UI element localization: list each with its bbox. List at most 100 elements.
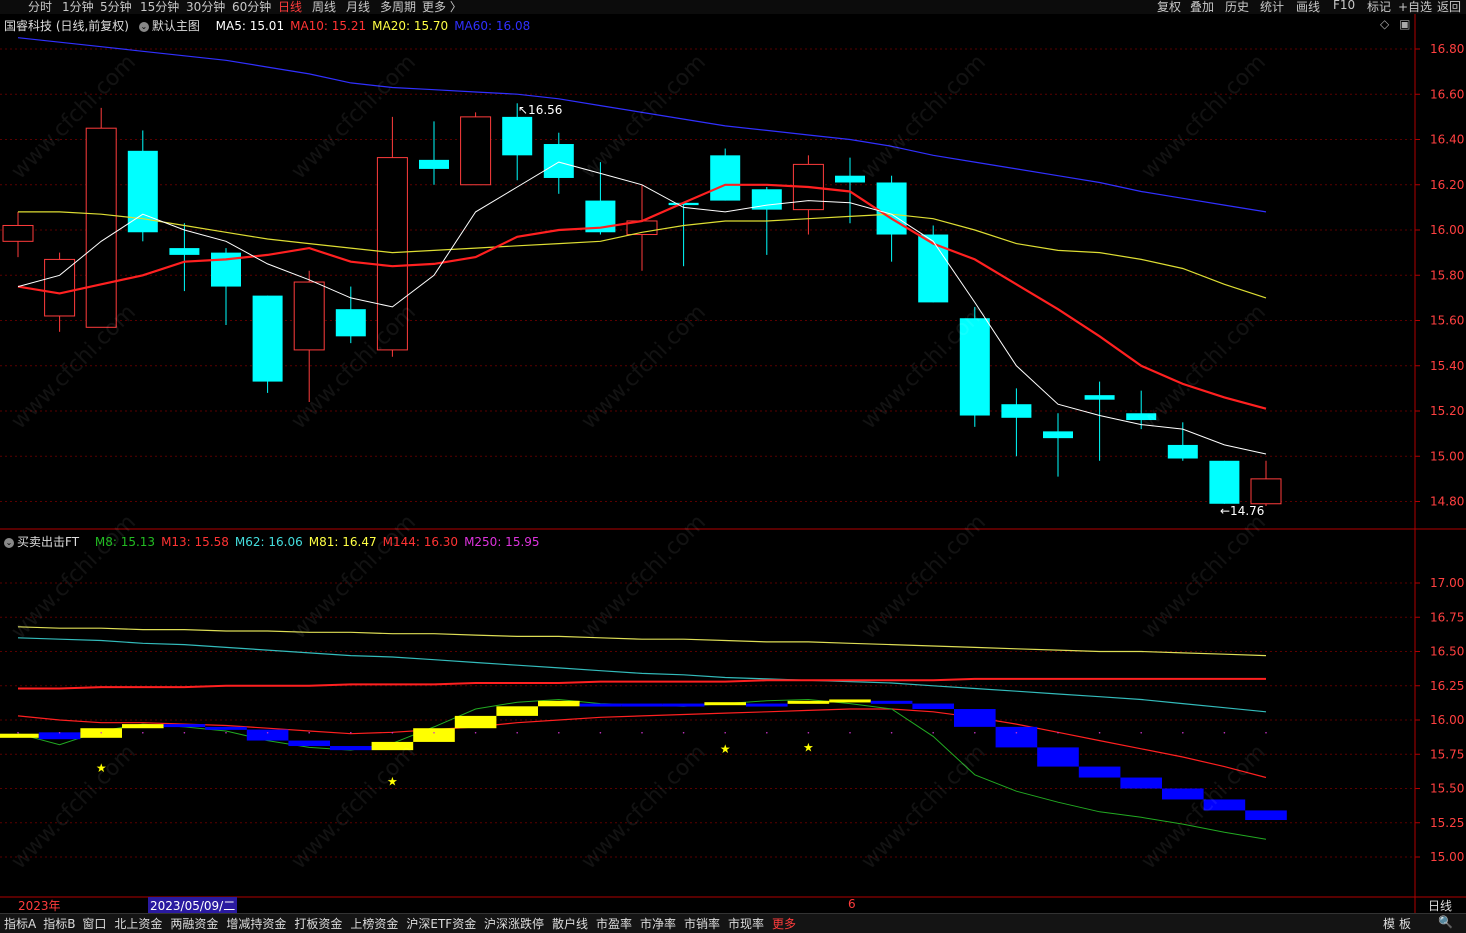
sub-tick-label: 15.25 — [1430, 816, 1464, 830]
sub-tick-label: 17.00 — [1430, 576, 1464, 590]
m250-dot — [225, 731, 227, 734]
candle-body-up — [44, 258, 76, 317]
diamond-icon[interactable]: ◇ — [1380, 17, 1389, 31]
bottom-tab[interactable]: 更多 — [772, 915, 796, 932]
watermark: www.cfchi.com — [857, 740, 991, 874]
bottom-tab[interactable]: 市盈率 — [596, 915, 632, 932]
watermark: www.cfchi.com — [7, 740, 141, 874]
price-tick-label: 16.60 — [1430, 87, 1464, 101]
ft-block — [995, 726, 1038, 748]
candle-body-down — [1043, 431, 1073, 439]
ft-block — [787, 700, 830, 704]
m250-dot — [1140, 731, 1142, 734]
candle-body-down — [1209, 460, 1240, 504]
indicator-legend-item: M144: 16.30 — [382, 535, 459, 549]
m250-dot — [17, 731, 19, 734]
m250-dot — [1223, 731, 1226, 734]
ft-block — [330, 746, 372, 751]
candle-body-down — [1167, 444, 1198, 459]
bottom-tab[interactable]: 增减持资金 — [226, 915, 286, 932]
cursor-date: 2023/05/09/二 — [148, 897, 238, 914]
m250-dot — [1098, 731, 1101, 734]
bottom-tab[interactable]: 市现率 — [728, 915, 764, 932]
price-tick-label: 15.20 — [1430, 404, 1464, 418]
template-label: 默认主图 — [151, 19, 200, 33]
stock-name[interactable]: 国睿科技 (日线,前复权) — [4, 19, 129, 33]
m250-dot — [724, 731, 726, 734]
ft-block — [1037, 747, 1079, 767]
bottom-tab[interactable]: 两融资金 — [170, 915, 218, 932]
m250-dot — [266, 731, 269, 734]
m250-dot — [807, 731, 810, 734]
bottom-right-button[interactable]: 模 — [1383, 915, 1395, 932]
price-tick-label: 16.20 — [1430, 178, 1464, 192]
high-price-marker: ↖16.56 — [518, 103, 562, 117]
bottom-tab[interactable]: 北上资金 — [114, 915, 162, 932]
bottom-tab[interactable]: 沪深ETF资金 — [406, 915, 476, 932]
month-mark: 6 — [848, 897, 856, 911]
m250-dot — [433, 731, 435, 734]
bottom-tab[interactable]: 打板资金 — [294, 915, 342, 932]
watermark: www.cfchi.com — [857, 50, 991, 184]
dropdown-icon: ⌄ — [4, 537, 14, 548]
ft-block — [954, 709, 996, 727]
candle-body-down — [335, 309, 366, 337]
bottom-tab[interactable]: 散户线 — [552, 915, 588, 932]
m250-dot — [1265, 731, 1267, 734]
maximize-icon[interactable]: ▣ — [1399, 17, 1410, 31]
ft-block — [0, 733, 39, 738]
watermark: www.cfchi.com — [287, 510, 421, 644]
bottom-tab[interactable]: 上榜资金 — [350, 915, 398, 932]
bottom-tab[interactable]: 窗口 — [82, 915, 106, 932]
sub-panel-header: ⌄ 买卖出击FT M8: 15.13 M13: 15.58 M62: 16.06 M81… — [4, 533, 552, 550]
indicator-legend-item: M250: 15.95 — [464, 535, 540, 549]
ma-legend-item: MA60: 16.08 — [454, 19, 531, 33]
price-tick-label: 15.40 — [1430, 359, 1464, 373]
sub-tick-label: 16.75 — [1430, 610, 1464, 624]
search-icon[interactable]: 🔍 — [1438, 915, 1453, 929]
ma-legend-item: MA10: 15.21 — [290, 19, 367, 33]
date-axis: 2023年 2023/05/09/二 6 日线 — [0, 897, 1466, 914]
indicator-legend-item: M13: 15.58 — [161, 535, 229, 549]
ft-block — [870, 700, 913, 704]
ft-block — [205, 726, 247, 730]
ft-block — [621, 703, 663, 707]
price-tick-label: 15.00 — [1430, 449, 1464, 463]
ma-legend: MA5: 15.01 MA10: 15.21 MA20: 15.70 MA60: 16… — [216, 19, 537, 33]
indicator-selector[interactable]: ⌄ 买卖出击FT — [4, 535, 89, 549]
bottom-tab[interactable]: 市净率 — [640, 915, 676, 932]
ft-block — [746, 703, 788, 707]
candle-body-up — [460, 116, 492, 186]
bottom-tab[interactable]: 沪深涨跌停 — [484, 915, 544, 932]
watermark: www.cfchi.com — [7, 50, 141, 184]
template-selector[interactable]: ⌄ 默认主图 — [138, 19, 210, 33]
year-label: 2023年 — [18, 899, 61, 913]
ft-block — [163, 724, 206, 728]
bottom-tab[interactable]: 指标B — [43, 915, 75, 932]
candle-body-down — [710, 155, 741, 201]
price-tick-label: 16.00 — [1430, 223, 1464, 237]
ft-block — [829, 699, 871, 703]
ft-block — [912, 703, 954, 710]
bottom-right-button[interactable]: 板 — [1399, 915, 1411, 932]
price-tick-label: 15.60 — [1430, 314, 1464, 328]
candle-body-down — [252, 295, 283, 382]
candle-body-down — [543, 144, 574, 178]
candle-body-down — [419, 159, 449, 169]
candle-body-down — [1084, 395, 1115, 400]
sub-tick-label: 16.25 — [1430, 679, 1464, 693]
price-tick-label: 15.80 — [1430, 268, 1464, 282]
m250-dot — [766, 731, 768, 734]
m250-dot — [558, 731, 560, 734]
bottom-tab-bar: 指标A 指标B 窗口 北上资金 两融资金 增减持资金 打板资金 上榜资金 沪深ETF资金 沪深涨跌… — [0, 913, 1466, 933]
ft-block — [246, 729, 289, 741]
dropdown-icon: ⌄ — [138, 21, 149, 32]
stock-chart[interactable]: ★★★ ★ ↖16.56←14.76 16.8016.6016.4016.2016… — [0, 0, 1466, 932]
m250-dot — [1015, 731, 1018, 734]
ft-block — [1245, 810, 1287, 821]
m250-dot — [641, 731, 643, 734]
bottom-tab[interactable]: 指标A — [4, 915, 36, 932]
sub-tick-label: 15.00 — [1430, 850, 1464, 864]
m250-dot — [142, 731, 144, 734]
bottom-tab[interactable]: 市销率 — [684, 915, 720, 932]
